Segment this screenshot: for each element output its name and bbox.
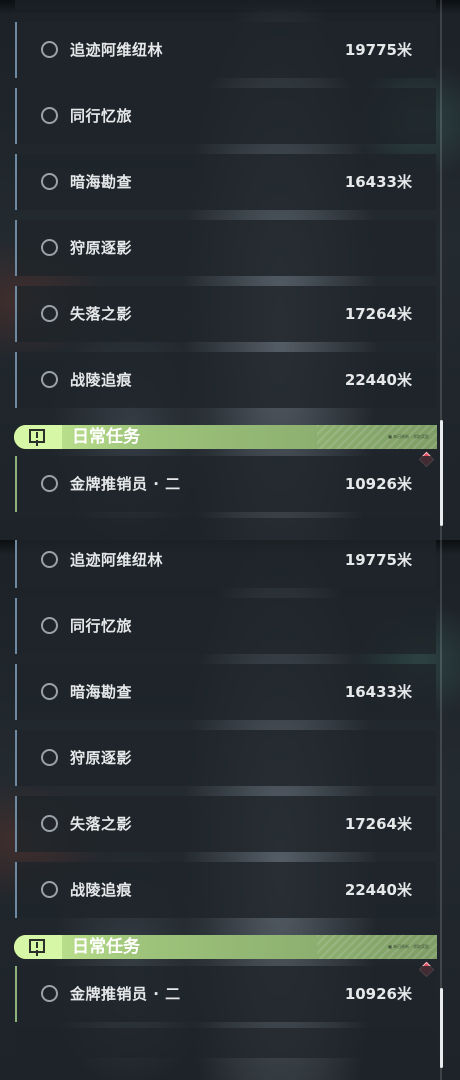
quest-name: 追迹阿维纽林: [70, 41, 164, 59]
daily-quest-item[interactable]: 金牌推销员 · 二 10926米: [15, 456, 436, 512]
quest-name: 狩原逐影: [70, 239, 133, 257]
quest-name: 同行忆旅: [70, 107, 133, 125]
circle-icon: [41, 371, 58, 388]
partial-quest-row: [15, 0, 436, 10]
section-title: 日常任务: [72, 937, 140, 957]
partial-quest-row: [15, 518, 436, 540]
quest-name: 金牌推销员 · 二: [70, 475, 181, 493]
quest-name: 暗海勘查: [70, 683, 133, 701]
circle-icon: [41, 239, 58, 256]
quest-name: 失落之影: [70, 815, 133, 833]
circle-icon: [41, 475, 58, 492]
circle-icon: [41, 617, 58, 634]
quest-item[interactable]: 追迹阿维纽林 19775米: [15, 540, 436, 588]
quest-distance: 16433米: [344, 683, 412, 701]
quest-distance: 16433米: [344, 173, 412, 191]
quest-item[interactable]: 暗海勘查 16433米: [15, 154, 436, 210]
quest-item[interactable]: 战陵追痕 22440米: [15, 862, 436, 918]
quest-name: 战陵追痕: [70, 371, 133, 389]
circle-icon: [41, 881, 58, 898]
circle-icon: [41, 41, 58, 58]
daily-quest-header[interactable]: 日常任务 ■ 每日刷新 · 领取奖励: [14, 425, 437, 449]
quest-name: 狩原逐影: [70, 749, 133, 767]
quest-list-panel-1: 追迹阿维纽林 19775米 同行忆旅 暗海勘查 16433米 狩原逐影 失落之影…: [0, 0, 460, 540]
quest-item[interactable]: 同行忆旅: [15, 598, 436, 654]
quest-item[interactable]: 狩原逐影: [15, 220, 436, 276]
circle-icon: [41, 749, 58, 766]
header-tiny-text: ■ 每日刷新 · 领取奖励: [388, 434, 429, 439]
quest-distance: 19775米: [344, 551, 412, 569]
quest-distance: 19775米: [344, 41, 412, 59]
quest-name: 同行忆旅: [70, 617, 133, 635]
circle-icon: [41, 107, 58, 124]
quest-name: 战陵追痕: [70, 881, 133, 899]
circle-icon: [41, 173, 58, 190]
quest-name: 金牌推销员 · 二: [70, 985, 181, 1003]
quest-item[interactable]: 失落之影 17264米: [15, 796, 436, 852]
header-tiny-text: ■ 每日刷新 · 领取奖励: [388, 944, 429, 949]
exclamation-box-icon: [14, 425, 62, 449]
exclamation-box-icon-glyph: [29, 939, 45, 953]
scrollbar-thumb[interactable]: [440, 988, 443, 1068]
scrollbar-thumb[interactable]: [440, 420, 443, 526]
daily-quest-header[interactable]: 日常任务 ■ 每日刷新 · 领取奖励: [14, 935, 437, 959]
partial-quest-row: [15, 1028, 436, 1058]
quest-distance: 10926米: [344, 475, 412, 493]
exclamation-box-icon-glyph: [29, 429, 45, 443]
quest-item[interactable]: 追迹阿维纽林 19775米: [15, 22, 436, 78]
quest-name: 追迹阿维纽林: [70, 551, 164, 569]
exclamation-box-icon: [14, 935, 62, 959]
quest-name: 失落之影: [70, 305, 133, 323]
quest-distance: 17264米: [344, 305, 412, 323]
quest-item[interactable]: 战陵追痕 22440米: [15, 352, 436, 408]
section-title: 日常任务: [72, 427, 140, 447]
quest-name: 暗海勘查: [70, 173, 133, 191]
quest-list-panel-2: 追迹阿维纽林 19775米 同行忆旅 暗海勘查 16433米 狩原逐影 失落之影…: [0, 540, 460, 1080]
circle-icon: [41, 815, 58, 832]
quest-distance: 22440米: [344, 371, 412, 389]
quest-distance: 17264米: [344, 815, 412, 833]
quest-distance: 10926米: [344, 985, 412, 1003]
daily-quest-item[interactable]: 金牌推销员 · 二 10926米: [15, 966, 436, 1022]
quest-distance: 22440米: [344, 881, 412, 899]
quest-item[interactable]: 失落之影 17264米: [15, 286, 436, 342]
circle-icon: [41, 683, 58, 700]
quest-item[interactable]: 狩原逐影: [15, 730, 436, 786]
circle-icon: [41, 305, 58, 322]
circle-icon: [41, 985, 58, 1002]
quest-item[interactable]: 暗海勘查 16433米: [15, 664, 436, 720]
circle-icon: [41, 551, 58, 568]
quest-item[interactable]: 同行忆旅: [15, 88, 436, 144]
